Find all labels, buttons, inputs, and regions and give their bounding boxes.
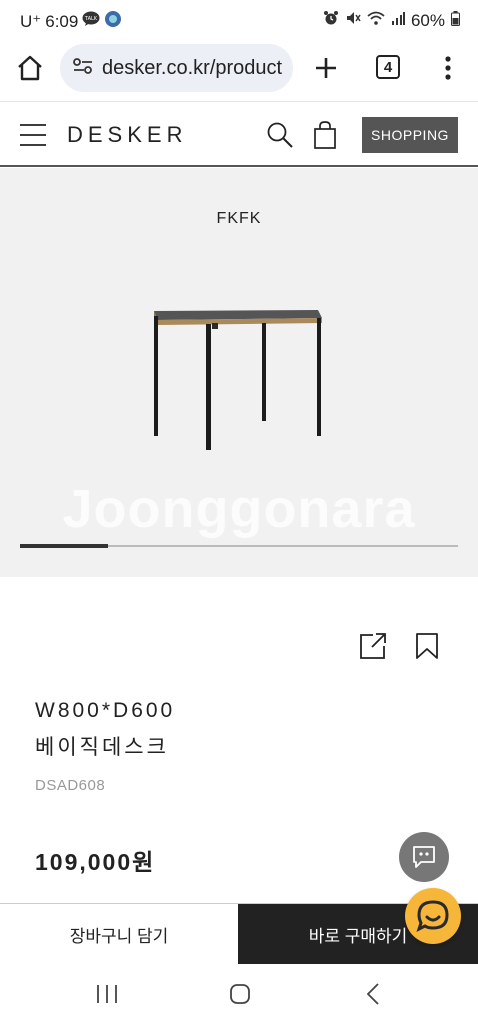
address-bar[interactable]: desker.co.kr/product — [60, 44, 293, 92]
new-tab-icon[interactable] — [313, 55, 339, 86]
wifi-icon — [367, 10, 385, 31]
svg-text:TALK: TALK — [84, 16, 98, 22]
system-nav-bar — [0, 964, 478, 1024]
help-chat-icon — [416, 900, 449, 932]
carrier-label: U⁺ — [20, 11, 42, 31]
browser-toolbar: desker.co.kr/product 4 — [0, 40, 478, 102]
site-header: DESKER SHOPPING — [0, 103, 478, 167]
shopping-button-label: SHOPPING — [371, 127, 449, 143]
product-price: 109,000원 — [35, 849, 156, 875]
more-icon[interactable] — [444, 55, 452, 86]
cart-icon[interactable] — [313, 121, 337, 154]
url-text: desker.co.kr/product — [102, 56, 283, 79]
add-to-cart-button[interactable]: 장바구니 담기 — [0, 904, 238, 965]
status-right: 60% — [323, 10, 460, 31]
tab-count: 4 — [383, 58, 393, 76]
status-time: 6:09 — [45, 11, 79, 31]
menu-icon[interactable] — [20, 123, 46, 152]
recents-icon[interactable] — [96, 984, 118, 1009]
signal-icon — [391, 11, 405, 31]
help-chat-fab[interactable] — [405, 888, 461, 944]
site-settings-icon[interactable] — [72, 56, 94, 81]
tab-switcher-icon[interactable]: 4 — [376, 55, 400, 79]
product-title-name: 베이직데스크 — [35, 736, 169, 759]
shopping-button[interactable]: SHOPPING — [362, 117, 458, 153]
back-icon[interactable] — [366, 982, 380, 1011]
gallery-label: FKFK — [216, 210, 262, 227]
product-title-size: W800*D600 — [35, 699, 176, 722]
product-sku: DSAD608 — [35, 777, 106, 794]
talk-icon: TALK — [82, 11, 100, 32]
battery-icon — [451, 10, 460, 31]
alarm-icon — [323, 10, 339, 31]
bookmark-icon[interactable] — [415, 632, 439, 665]
home-nav-icon[interactable] — [229, 983, 251, 1010]
chat-icon — [413, 846, 435, 868]
mute-icon — [345, 10, 361, 31]
share-icon[interactable] — [359, 632, 387, 665]
logo[interactable]: DESKER — [67, 122, 187, 148]
home-icon[interactable] — [16, 54, 44, 87]
product-gallery[interactable]: FKFK Joonggonara — [0, 168, 478, 577]
gallery-progress-fill — [20, 544, 108, 548]
search-icon[interactable] — [266, 121, 294, 154]
add-to-cart-label: 장바구니 담기 — [69, 927, 169, 946]
status-left: U⁺ 6:09 TALK — [20, 10, 122, 33]
watermark: Joonggonara — [62, 479, 416, 539]
battery-percent: 60% — [410, 10, 445, 30]
chat-fab[interactable] — [399, 832, 449, 882]
status-bar: U⁺ 6:09 TALK 60% — [0, 0, 478, 40]
buy-now-label: 바로 구매하기 — [308, 927, 408, 946]
product-image — [154, 310, 322, 450]
app-notification-icon — [104, 10, 122, 33]
gallery-progress — [20, 544, 458, 548]
